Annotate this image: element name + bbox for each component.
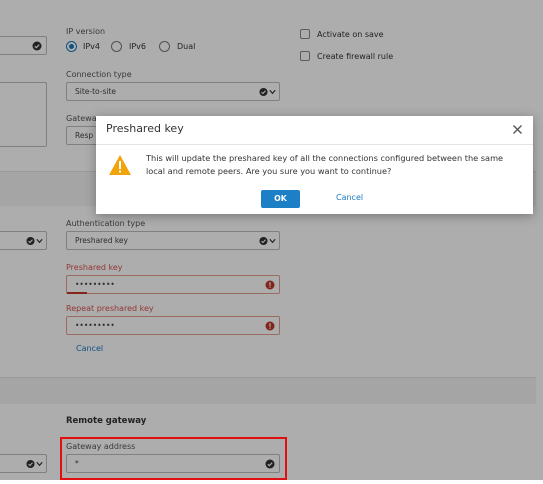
dialog-separator <box>96 144 533 145</box>
dialog-message: This will update the preshared key of al… <box>146 153 504 176</box>
page-background: IP version IPv4 IPv6 Dual Activate on sa… <box>0 0 543 484</box>
dialog-cancel-button[interactable]: Cancel <box>336 193 363 202</box>
close-icon[interactable] <box>512 124 523 135</box>
highlight-box <box>60 437 287 480</box>
ok-button[interactable]: OK <box>261 190 300 208</box>
warning-triangle-icon <box>109 155 131 175</box>
modal-overlay[interactable] <box>0 0 543 480</box>
dialog-title: Preshared key <box>106 122 184 135</box>
preshared-key-dialog: Preshared key This will update the presh… <box>96 116 533 214</box>
